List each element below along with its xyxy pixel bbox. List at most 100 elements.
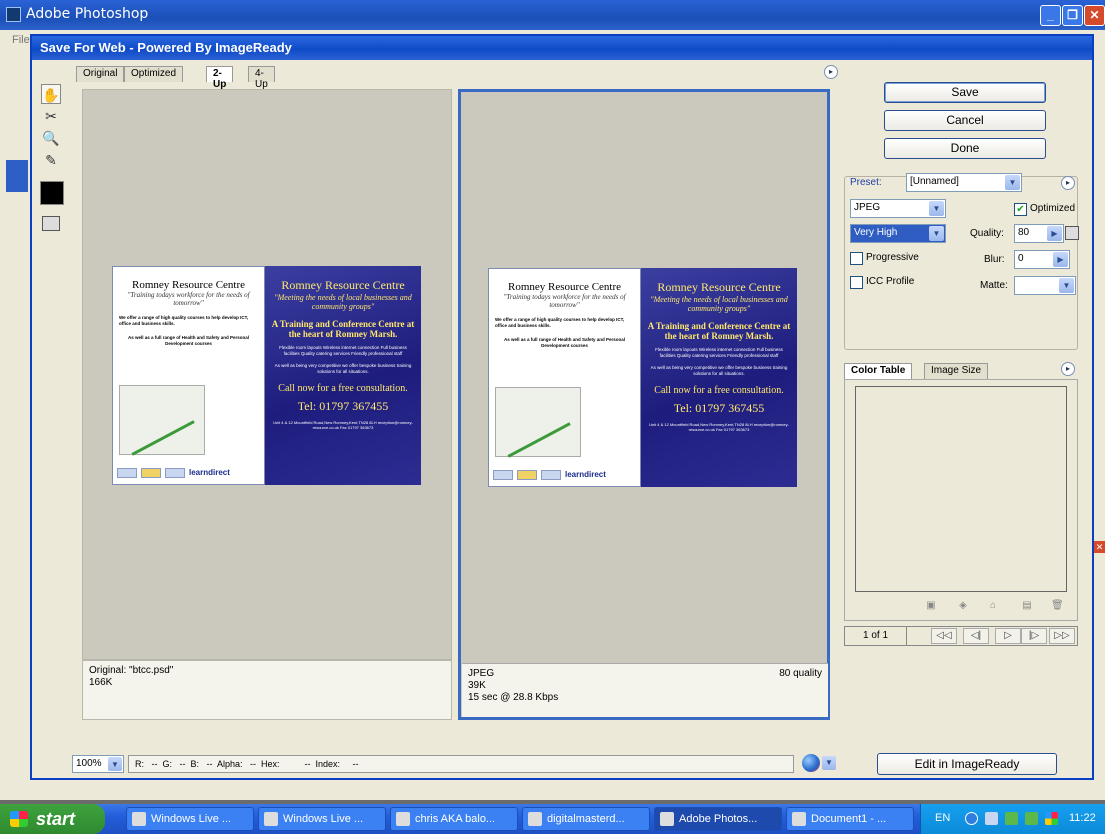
slice-select-tool-icon[interactable]: ✂ [41,106,61,126]
optimized-size: 39K [468,680,486,691]
blur-input[interactable]: 0 ▶ [1014,250,1070,269]
panel-close-icon[interactable]: ✕ [1094,541,1105,553]
optimized-download-time: 15 sec @ 28.8 Kbps [468,692,559,703]
flyer-left-title: Romney Resource Centre [131,279,246,291]
language-indicator[interactable]: EN [935,812,950,824]
task-document1[interactable]: Document1 - ... [786,807,914,831]
hand-tool-icon[interactable]: ✋ [41,84,61,104]
tab-2-up[interactable]: 2-Up [206,66,234,90]
next-frame-icon[interactable]: |▷ [1021,628,1047,644]
task-windows-live-1[interactable]: Windows Live ... [126,807,254,831]
task-adobe-photoshop[interactable]: Adobe Photos... [654,807,782,831]
eyedropper-tool-icon[interactable]: ✎ [41,150,61,170]
close-button[interactable]: ✕ [1084,5,1105,26]
flyer-left-panel: Romney Resource Centre "Training todays … [112,266,265,485]
matte-select[interactable]: ▼ [1014,276,1076,295]
chevron-right-icon[interactable]: ▶ [1053,252,1068,267]
icc-profile-checkbox[interactable] [850,276,863,289]
original-image: Romney Resource Centre "Training todays … [112,266,421,485]
lock-icon[interactable]: ⌂ [987,600,999,612]
lock-color-icon[interactable]: ◈ [957,600,969,612]
color-table-menu-icon[interactable]: ▸ [1061,362,1075,376]
chevron-down-icon[interactable]: ▼ [108,757,122,771]
optimized-pane[interactable]: Romney Resource Centre "Training todays … [458,89,830,720]
chevron-down-icon[interactable]: ▼ [1005,175,1020,190]
photoshop-titlebar: Adobe Photoshop _ ❐ ✕ [0,0,1105,30]
quality-input[interactable]: 80 ▶ [1014,224,1064,243]
flyer-right-tagline: "Meeting the needs of local businesses a… [650,295,788,313]
menu-file[interactable]: File [12,34,30,46]
channel-quality-icon[interactable] [1065,226,1079,240]
flyer-right-heading: A Training and Conference Centre at the … [271,319,415,339]
first-frame-icon[interactable]: ◁◁ [931,628,957,644]
minimize-button[interactable]: _ [1040,5,1061,26]
tray-expand-icon[interactable] [965,812,978,825]
clock: 11:22 [1069,812,1096,824]
messenger-tray-icon[interactable] [1005,812,1018,825]
zoom-select[interactable]: 100% ▼ [72,755,124,773]
preview-menu-icon[interactable]: ▸ [824,65,838,79]
done-button[interactable]: Done [884,138,1046,159]
chevron-down-icon[interactable]: ▼ [929,226,944,241]
tab-4-up[interactable]: 4-Up [248,66,275,90]
file-format-select[interactable]: JPEG ▼ [850,199,946,218]
preview-in-browser-icon[interactable] [802,754,820,772]
flyer-right-offer: As well as being very competitive we off… [274,363,412,374]
security-icon[interactable] [1045,812,1058,825]
tab-original[interactable]: Original [76,66,125,82]
windows-flag-icon [10,811,28,827]
trash-icon[interactable]: 🗑 [1051,600,1064,612]
compression-quality-select[interactable]: Very High ▼ [850,224,946,243]
start-button[interactable]: start [0,804,105,834]
flyer-right-panel: Romney Resource Centre "Meeting the need… [265,266,421,485]
learndirect-logo: learndirect [565,470,606,479]
logo-chip [117,467,137,478]
flyer-left-text2: As well as a full range of Health and Sa… [127,335,250,346]
toggle-slices-icon[interactable] [42,216,60,231]
format-value: JPEG [854,202,881,213]
flyer-right-address: Unit 4 & 12 Mountfield Road,New Romney,K… [273,420,413,430]
tab-optimized[interactable]: Optimized [124,66,184,82]
chevron-right-icon[interactable]: ▶ [1047,226,1062,241]
progressive-checkbox[interactable] [850,252,863,265]
eyedropper-color-swatch[interactable] [40,181,64,205]
zoom-tool-icon[interactable]: 🔍 [41,128,61,148]
optimized-format-row: JPEG 80 quality [468,668,822,680]
web-snap-icon[interactable]: ▣ [925,600,937,612]
tab-image-size[interactable]: Image Size [924,363,989,379]
task-windows-live-2[interactable]: Windows Live ... [258,807,386,831]
volume-icon[interactable] [985,812,998,825]
flyer-right-tel: Tel: 01797 367455 [297,399,389,413]
chevron-down-icon[interactable]: ▼ [822,756,836,770]
photoshop-title: Adobe Photoshop [26,6,149,22]
restore-button[interactable]: ❐ [1062,5,1083,26]
network-icon[interactable] [1025,812,1038,825]
flyer-right-features: Flexible room layouts Wireless internet … [655,347,783,358]
optimize-menu-icon[interactable]: ▸ [1061,176,1075,190]
color-table-swatches[interactable] [855,386,1067,592]
flyer-map-image [495,387,581,457]
chevron-down-icon[interactable]: ▼ [929,201,944,216]
tab-color-table[interactable]: Color Table [844,363,913,379]
background-panel [6,160,28,192]
preset-select[interactable]: [Unnamed] ▼ [906,173,1022,192]
original-filename: Original: "btcc.psd" [89,665,174,676]
new-color-icon[interactable]: ▤ [1021,600,1033,612]
chevron-down-icon[interactable]: ▼ [1059,278,1074,293]
last-frame-icon[interactable]: ▷▷ [1049,628,1075,644]
original-pane: Romney Resource Centre "Training todays … [82,89,452,660]
save-button[interactable]: Save [884,82,1046,103]
optimized-checkbox[interactable]: ✔ [1014,203,1027,216]
photoshop-bottom-area [0,778,1105,800]
optimized-info: JPEG 80 quality 39K 15 sec @ 28.8 Kbps [462,663,828,717]
previous-frame-icon[interactable]: ◁| [963,628,989,644]
play-icon[interactable]: ▷ [995,628,1021,644]
flyer-right-call: Call now for a free consultation. [278,383,408,394]
cancel-button[interactable]: Cancel [884,110,1046,131]
blur-label: Blur: [984,254,1005,265]
quality-label: Quality: [970,228,1004,239]
edit-in-imageready-button[interactable]: Edit in ImageReady [877,753,1057,775]
task-digitalmaster[interactable]: digitalmasterd... [522,807,650,831]
dialog-title: Save For Web - Powered By ImageReady [32,36,1092,60]
task-chris[interactable]: chris AKA balo... [390,807,518,831]
